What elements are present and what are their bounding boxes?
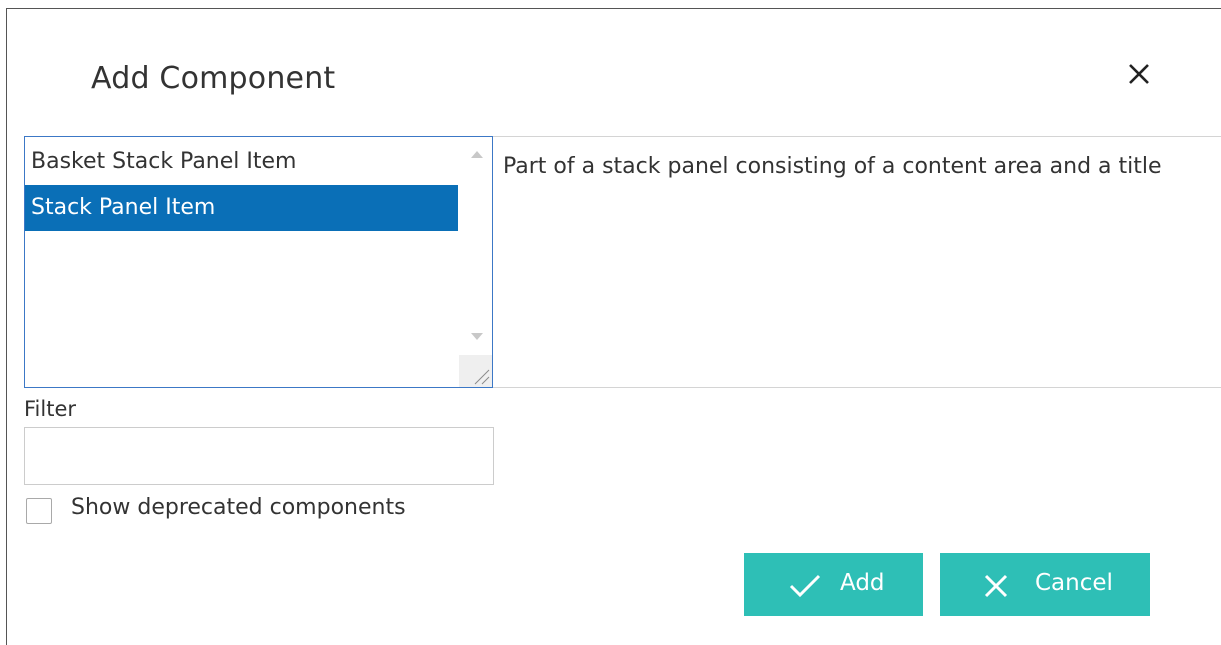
close-icon bbox=[1129, 64, 1149, 84]
cancel-button[interactable]: Cancel bbox=[940, 553, 1150, 616]
x-icon bbox=[984, 574, 1008, 598]
list-item-basket-stack-panel-item[interactable]: Basket Stack Panel Item bbox=[25, 139, 458, 185]
cancel-button-label: Cancel bbox=[1035, 570, 1113, 596]
resize-grip[interactable] bbox=[459, 355, 492, 387]
filter-input[interactable] bbox=[24, 427, 494, 485]
scroll-up-arrow-icon[interactable] bbox=[471, 151, 483, 158]
add-button-label: Add bbox=[840, 570, 885, 596]
add-component-dialog: Add Component Basket Stack Panel Item St… bbox=[6, 8, 1221, 645]
show-deprecated-label[interactable]: Show deprecated components bbox=[71, 495, 406, 520]
component-listbox[interactable]: Basket Stack Panel Item Stack Panel Item bbox=[24, 136, 493, 388]
close-button[interactable] bbox=[1120, 59, 1158, 97]
listbox-scrollbar[interactable] bbox=[459, 137, 492, 387]
filter-label: Filter bbox=[24, 397, 77, 421]
scroll-down-arrow-icon[interactable] bbox=[471, 333, 483, 340]
list-item-stack-panel-item[interactable]: Stack Panel Item bbox=[25, 185, 458, 231]
resize-grip-icon bbox=[474, 369, 490, 385]
component-description: Part of a stack panel consisting of a co… bbox=[493, 136, 1221, 388]
show-deprecated-checkbox[interactable] bbox=[26, 498, 52, 524]
checkmark-icon bbox=[789, 574, 821, 598]
dialog-title: Add Component bbox=[91, 61, 336, 96]
add-button[interactable]: Add bbox=[744, 553, 923, 616]
